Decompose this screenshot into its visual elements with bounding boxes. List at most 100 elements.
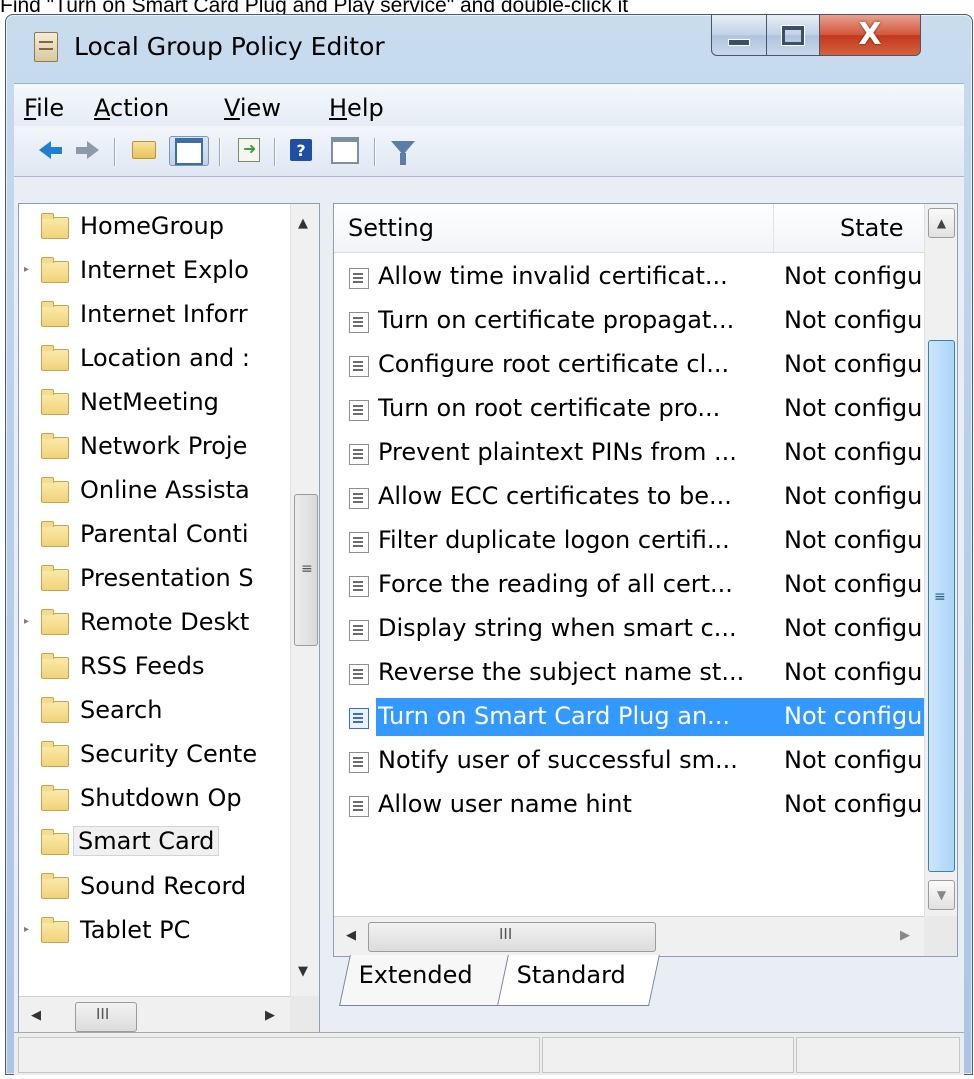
expand-arrow-icon[interactable]: ▸ xyxy=(24,924,29,935)
policy-row[interactable]: Turn on Smart Card Plug an... Not configu xyxy=(334,696,924,738)
folder-icon xyxy=(41,213,69,239)
tree-item-label: Location and : xyxy=(80,344,251,372)
filter-button[interactable] xyxy=(388,136,418,165)
menu-view[interactable]: View xyxy=(224,94,281,122)
close-icon: X xyxy=(858,17,882,52)
policy-setting-state: Not configu xyxy=(784,570,923,598)
policy-setting-name: Filter duplicate logon certifi... xyxy=(378,526,730,554)
export-list-button[interactable] xyxy=(234,136,264,164)
list-hscroll-thumb[interactable]: III xyxy=(368,922,656,952)
help-button[interactable]: ? xyxy=(286,136,316,164)
tree-vscroll-thumb[interactable]: ≡ xyxy=(294,494,318,646)
policy-setting-icon xyxy=(349,708,369,729)
tree-item[interactable]: Location and : xyxy=(19,338,291,380)
close-button[interactable]: X xyxy=(819,14,921,56)
settings-list: Setting State ▲ ≡ ▼ ◀ III ▶ Allow time i… xyxy=(333,203,958,957)
group-policy-window: Local Group Policy Editor X File Action … xyxy=(5,14,973,1075)
tree-item[interactable]: Online Assista xyxy=(19,470,291,512)
show-hide-tree-button[interactable] xyxy=(169,136,209,166)
title-bar[interactable]: Local Group Policy Editor X xyxy=(6,14,972,83)
folder-icon xyxy=(41,741,69,767)
up-one-level-button[interactable] xyxy=(129,136,159,164)
tree-item[interactable]: Parental Conti xyxy=(19,514,291,556)
tree-item[interactable]: Presentation S xyxy=(19,558,291,600)
filter-icon xyxy=(391,141,415,165)
column-setting[interactable]: Setting xyxy=(348,214,434,242)
policy-row[interactable]: Prevent plaintext PINs from ... Not confi… xyxy=(334,432,924,474)
tree-item-label: HomeGroup xyxy=(80,212,224,240)
expand-arrow-icon[interactable]: ▸ xyxy=(24,616,29,627)
folder-icon xyxy=(41,301,69,327)
policy-setting-state: Not configu xyxy=(784,746,923,774)
policy-editor-icon xyxy=(34,32,58,62)
list-vscroll-thumb[interactable]: ≡ xyxy=(928,340,955,872)
tree-item[interactable]: RSS Feeds xyxy=(19,646,291,688)
scroll-right-icon[interactable]: ▶ xyxy=(900,928,910,943)
scroll-left-icon[interactable]: ◀ xyxy=(346,928,356,943)
scroll-up-icon[interactable]: ▲ xyxy=(298,216,308,231)
tree-item[interactable]: ▸ Internet Explo xyxy=(19,250,291,292)
show-action-pane-button[interactable] xyxy=(330,136,360,164)
tree-item-label: Internet Inforr xyxy=(80,300,248,328)
folder-icon xyxy=(41,917,69,943)
tree-item-label: Network Proje xyxy=(80,432,248,460)
tree-item[interactable]: ▸ Remote Deskt xyxy=(19,602,291,644)
menu-action[interactable]: Action xyxy=(94,94,169,122)
policy-row[interactable]: Turn on certificate propagat... Not confi… xyxy=(334,300,924,342)
tree-item[interactable]: Shutdown Op xyxy=(19,778,291,820)
window-title: Local Group Policy Editor xyxy=(74,32,385,61)
policy-row[interactable]: Display string when smart c... Not config… xyxy=(334,608,924,650)
policy-setting-name: Allow ECC certificates to be... xyxy=(378,482,732,510)
policy-row[interactable]: Allow user name hint Not configu xyxy=(334,784,924,826)
tree-item[interactable]: Search xyxy=(19,690,291,732)
console-tree: HomeGroup ▸ Internet Explo Internet Inforr L… xyxy=(18,203,320,1037)
tree-hscroll-thumb[interactable]: III xyxy=(75,1002,137,1032)
tab-standard[interactable]: Standard xyxy=(497,955,660,1006)
policy-row[interactable]: Turn on root certificate pro... Not confi… xyxy=(334,388,924,430)
policy-setting-name: Configure root certificate cl... xyxy=(378,350,730,378)
policy-setting-icon xyxy=(349,268,369,289)
tree-item[interactable]: Smart Card xyxy=(19,822,291,864)
tree-item[interactable]: HomeGroup xyxy=(19,206,291,248)
folder-icon xyxy=(41,565,69,591)
tree-item[interactable]: Internet Inforr xyxy=(19,294,291,336)
scroll-down-icon[interactable]: ▼ xyxy=(928,880,955,910)
policy-row[interactable]: Force the reading of all cert... Not conf… xyxy=(334,564,924,606)
forward-button[interactable] xyxy=(72,136,102,164)
back-button[interactable] xyxy=(30,136,62,164)
menu-bar: File Action View Help xyxy=(14,83,964,126)
menu-file[interactable]: File xyxy=(24,94,64,122)
policy-row[interactable]: Configure root certificate cl... Not conf… xyxy=(334,344,924,386)
tree-item[interactable]: ▸ Tablet PC xyxy=(19,910,291,952)
tree-item[interactable]: Security Cente xyxy=(19,734,291,776)
policy-row[interactable]: Allow ECC certificates to be... Not confi… xyxy=(334,476,924,518)
minimize-button[interactable] xyxy=(711,14,767,56)
tree-item[interactable]: Sound Record xyxy=(19,866,291,908)
column-state[interactable]: State xyxy=(840,214,904,242)
maximize-button[interactable] xyxy=(766,14,820,56)
policy-row[interactable]: Reverse the subject name st... Not config… xyxy=(334,652,924,694)
tree-horizontal-scrollbar[interactable]: ◀ III ▶ xyxy=(19,996,290,1036)
scroll-up-icon[interactable]: ▲ xyxy=(928,208,955,238)
tree-item[interactable]: Network Proje xyxy=(19,426,291,468)
tree-vertical-scrollbar[interactable]: ▲ ≡ ▼ xyxy=(290,204,319,996)
menu-help[interactable]: Help xyxy=(329,94,384,122)
scroll-down-icon[interactable]: ▼ xyxy=(298,964,308,979)
tab-extended[interactable]: Extended xyxy=(339,955,510,1006)
policy-setting-icon xyxy=(349,664,369,685)
tree-item-label: Security Cente xyxy=(80,740,258,768)
list-vertical-scrollbar[interactable]: ▲ ≡ ▼ xyxy=(924,204,957,916)
policy-row[interactable]: Allow time invalid certificat... Not conf… xyxy=(334,256,924,298)
policy-row[interactable]: Notify user of successful sm... Not confi… xyxy=(334,740,924,782)
policy-setting-name: Allow user name hint xyxy=(378,790,632,818)
column-header: Setting State xyxy=(334,204,924,253)
policy-row[interactable]: Filter duplicate logon certifi... Not con… xyxy=(334,520,924,562)
expand-arrow-icon[interactable]: ▸ xyxy=(24,264,29,275)
policy-setting-state: Not configu xyxy=(784,438,923,466)
policy-setting-icon xyxy=(349,400,369,421)
list-horizontal-scrollbar[interactable]: ◀ III ▶ xyxy=(334,916,924,956)
tree-item[interactable]: NetMeeting xyxy=(19,382,291,424)
policy-setting-icon xyxy=(349,312,369,333)
scroll-right-icon[interactable]: ▶ xyxy=(265,1008,275,1023)
scroll-left-icon[interactable]: ◀ xyxy=(31,1008,41,1023)
